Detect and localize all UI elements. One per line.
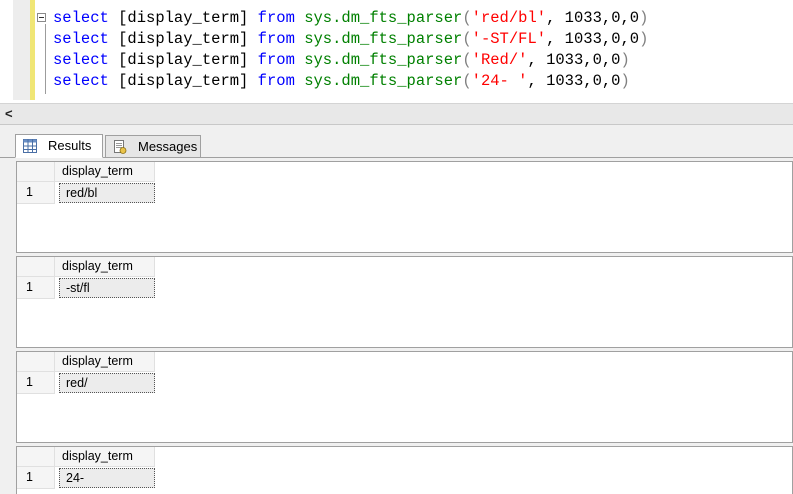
result-grid[interactable]: display_term 1 24- <box>16 446 793 494</box>
grid-icon <box>23 139 37 153</box>
system-function: sys.dm_fts_parser <box>304 30 463 48</box>
keyword-from: from <box>257 30 295 48</box>
function-args: , 1033,0,0 <box>527 72 621 90</box>
function-args: , 1033,0,0 <box>527 51 621 69</box>
system-function: sys.dm_fts_parser <box>304 51 463 69</box>
column-identifier: [display_term] <box>118 9 249 27</box>
row-header[interactable]: 1 <box>17 467 55 489</box>
result-grid[interactable]: display_term 1 red/bl <box>16 161 793 253</box>
result-grid[interactable]: display_term 1 red/ <box>16 351 793 443</box>
keyword-from: from <box>257 72 295 90</box>
grid-cell[interactable]: -st/fl <box>59 278 155 298</box>
column-identifier: [display_term] <box>118 72 249 90</box>
keyword-select: select <box>53 51 109 69</box>
column-header[interactable]: display_term <box>55 162 155 182</box>
code-line[interactable]: select [display_term] from sys.dm_fts_pa… <box>53 71 630 91</box>
close-paren: ) <box>639 9 649 27</box>
query-editor[interactable]: select [display_term] from sys.dm_fts_pa… <box>0 0 793 103</box>
column-identifier: [display_term] <box>118 30 249 48</box>
row-header[interactable]: 1 <box>17 372 55 394</box>
grid-corner[interactable] <box>17 162 55 182</box>
open-paren: ( <box>462 51 472 69</box>
scroll-left-arrow-icon[interactable]: < <box>5 106 13 121</box>
system-function: sys.dm_fts_parser <box>304 9 463 27</box>
function-args: , 1033,0,0 <box>546 30 640 48</box>
code-line[interactable]: select [display_term] from sys.dm_fts_pa… <box>53 29 648 49</box>
tab-messages[interactable]: Messages <box>105 135 201 158</box>
keyword-from: from <box>257 51 295 69</box>
keyword-select: select <box>53 30 109 48</box>
system-function: sys.dm_fts_parser <box>304 72 463 90</box>
code-line[interactable]: select [display_term] from sys.dm_fts_pa… <box>53 50 630 70</box>
collapse-toggle-icon[interactable] <box>37 13 46 22</box>
tab-results[interactable]: Results <box>15 134 103 158</box>
row-header[interactable]: 1 <box>17 182 55 204</box>
keyword-select: select <box>53 72 109 90</box>
close-paren: ) <box>620 72 630 90</box>
column-header[interactable]: display_term <box>55 447 155 467</box>
results-tabstrip: Results Messages <box>0 134 793 158</box>
tab-results-label: Results <box>48 138 92 153</box>
tab-messages-label: Messages <box>138 139 198 154</box>
change-tracking-bar <box>30 0 35 100</box>
horizontal-scrollbar[interactable]: < <box>0 103 793 125</box>
results-pane: display_term 1 red/bl display_term 1 -st… <box>0 158 793 494</box>
code-line[interactable]: select [display_term] from sys.dm_fts_pa… <box>53 8 648 28</box>
close-paren: ) <box>639 30 649 48</box>
open-paren: ( <box>462 30 472 48</box>
string-literal: '24- ' <box>471 72 528 90</box>
row-header[interactable]: 1 <box>17 277 55 299</box>
function-args: , 1033,0,0 <box>546 9 640 27</box>
column-header[interactable]: display_term <box>55 257 155 277</box>
keyword-from: from <box>257 9 295 27</box>
result-grid[interactable]: display_term 1 -st/fl <box>16 256 793 348</box>
keyword-select: select <box>53 9 109 27</box>
grid-cell[interactable]: 24- <box>59 468 155 488</box>
grid-corner[interactable] <box>17 257 55 277</box>
grid-cell[interactable]: red/bl <box>59 183 155 203</box>
grid-corner[interactable] <box>17 352 55 372</box>
editor-gutter <box>13 0 30 100</box>
string-literal: 'red/bl' <box>471 9 547 27</box>
close-paren: ) <box>620 51 630 69</box>
string-literal: 'Red/' <box>471 51 528 69</box>
messages-icon <box>114 140 127 154</box>
outline-line <box>45 24 46 94</box>
open-paren: ( <box>462 9 472 27</box>
grid-corner[interactable] <box>17 447 55 467</box>
column-header[interactable]: display_term <box>55 352 155 372</box>
open-paren: ( <box>462 72 472 90</box>
column-identifier: [display_term] <box>118 51 249 69</box>
grid-cell[interactable]: red/ <box>59 373 155 393</box>
string-literal: '-ST/FL' <box>471 30 547 48</box>
